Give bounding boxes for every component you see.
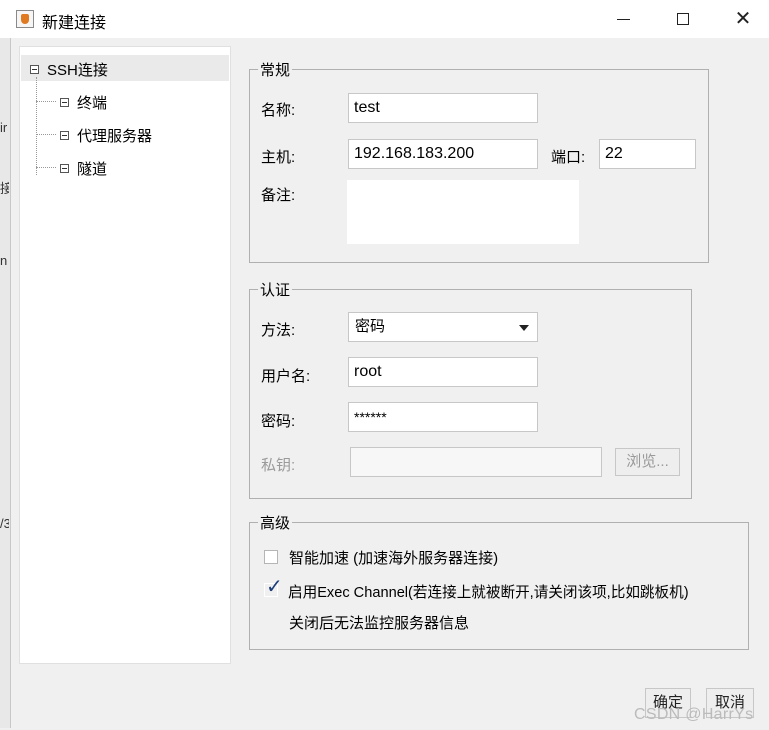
note-textarea[interactable] xyxy=(347,180,579,244)
tree-item-label: SSH连接 xyxy=(47,62,108,79)
group-title-advanced: 高级 xyxy=(258,512,293,533)
tree-item-label: 终端 xyxy=(77,95,108,112)
background-text: 接 xyxy=(0,181,9,196)
username-input[interactable]: root xyxy=(348,357,538,387)
java-app-icon xyxy=(16,10,34,28)
tree-connector xyxy=(36,101,56,102)
watermark: CSDN @HarrYs xyxy=(634,706,754,723)
method-select[interactable]: 密码 xyxy=(348,312,538,342)
password-input[interactable]: ****** xyxy=(348,402,538,432)
collapse-icon[interactable] xyxy=(30,65,39,74)
accelerate-checkbox[interactable] xyxy=(264,550,278,564)
name-input[interactable]: test xyxy=(348,93,538,123)
username-label: 用户名: xyxy=(261,368,311,385)
tree-connector xyxy=(36,77,37,175)
title-bar: 新建连接 ✕ xyxy=(0,0,769,38)
close-button[interactable]: ✕ xyxy=(720,0,766,38)
tree-item-label: 代理服务器 xyxy=(77,128,153,145)
close-icon: ✕ xyxy=(734,8,752,30)
minimize-icon xyxy=(616,18,630,20)
host-label: 主机: xyxy=(261,149,296,166)
background-window: ir 接 n /3 xyxy=(0,38,11,728)
method-label: 方法: xyxy=(261,322,296,339)
maximize-icon xyxy=(677,13,689,25)
exec-channel-checkbox[interactable]: ✓ xyxy=(264,577,283,597)
collapse-icon[interactable] xyxy=(60,131,69,140)
tree-connector xyxy=(36,167,56,168)
checkmark-icon: ✓ xyxy=(266,576,283,598)
method-select-value: 密码 xyxy=(355,318,386,335)
background-text: ir xyxy=(0,120,8,135)
accelerate-label: 智能加速 (加速海外服务器连接) xyxy=(289,550,499,567)
group-title-general: 常规 xyxy=(258,59,293,80)
tree-item-tunnel[interactable]: 隧道 xyxy=(60,158,107,179)
tree-item-proxy[interactable]: 代理服务器 xyxy=(60,125,152,146)
window-title: 新建连接 xyxy=(42,15,107,32)
host-input[interactable]: 192.168.183.200 xyxy=(348,139,538,169)
group-title-auth: 认证 xyxy=(258,279,293,300)
port-label: 端口: xyxy=(551,149,586,166)
private-key-input[interactable] xyxy=(350,447,602,477)
name-label: 名称: xyxy=(261,102,296,119)
collapse-icon[interactable] xyxy=(60,98,69,107)
tree-item-label: 隧道 xyxy=(77,161,108,178)
browse-button[interactable]: 浏览... xyxy=(615,448,680,476)
collapse-icon[interactable] xyxy=(60,164,69,173)
dropdown-arrow-icon xyxy=(519,325,529,331)
tree-item-terminal[interactable]: 终端 xyxy=(60,92,107,113)
background-text: /3 xyxy=(0,516,9,531)
tree-connector xyxy=(36,134,56,135)
password-label: 密码: xyxy=(261,413,296,430)
note-label: 备注: xyxy=(261,187,296,204)
port-input[interactable]: 22 xyxy=(599,139,696,169)
exec-channel-label: 启用Exec Channel(若连接上就被断开,请关闭该项,比如跳板机) xyxy=(288,585,689,601)
exec-channel-note: 关闭后无法监控服务器信息 xyxy=(289,615,470,632)
private-key-label: 私钥: xyxy=(261,457,296,474)
background-text: n xyxy=(0,253,8,268)
tree-item-ssh[interactable]: SSH连接 xyxy=(30,59,108,80)
maximize-button[interactable] xyxy=(660,0,706,38)
connection-tree: SSH连接 终端 代理服务器 隧道 xyxy=(19,46,231,664)
minimize-button[interactable] xyxy=(600,0,646,38)
